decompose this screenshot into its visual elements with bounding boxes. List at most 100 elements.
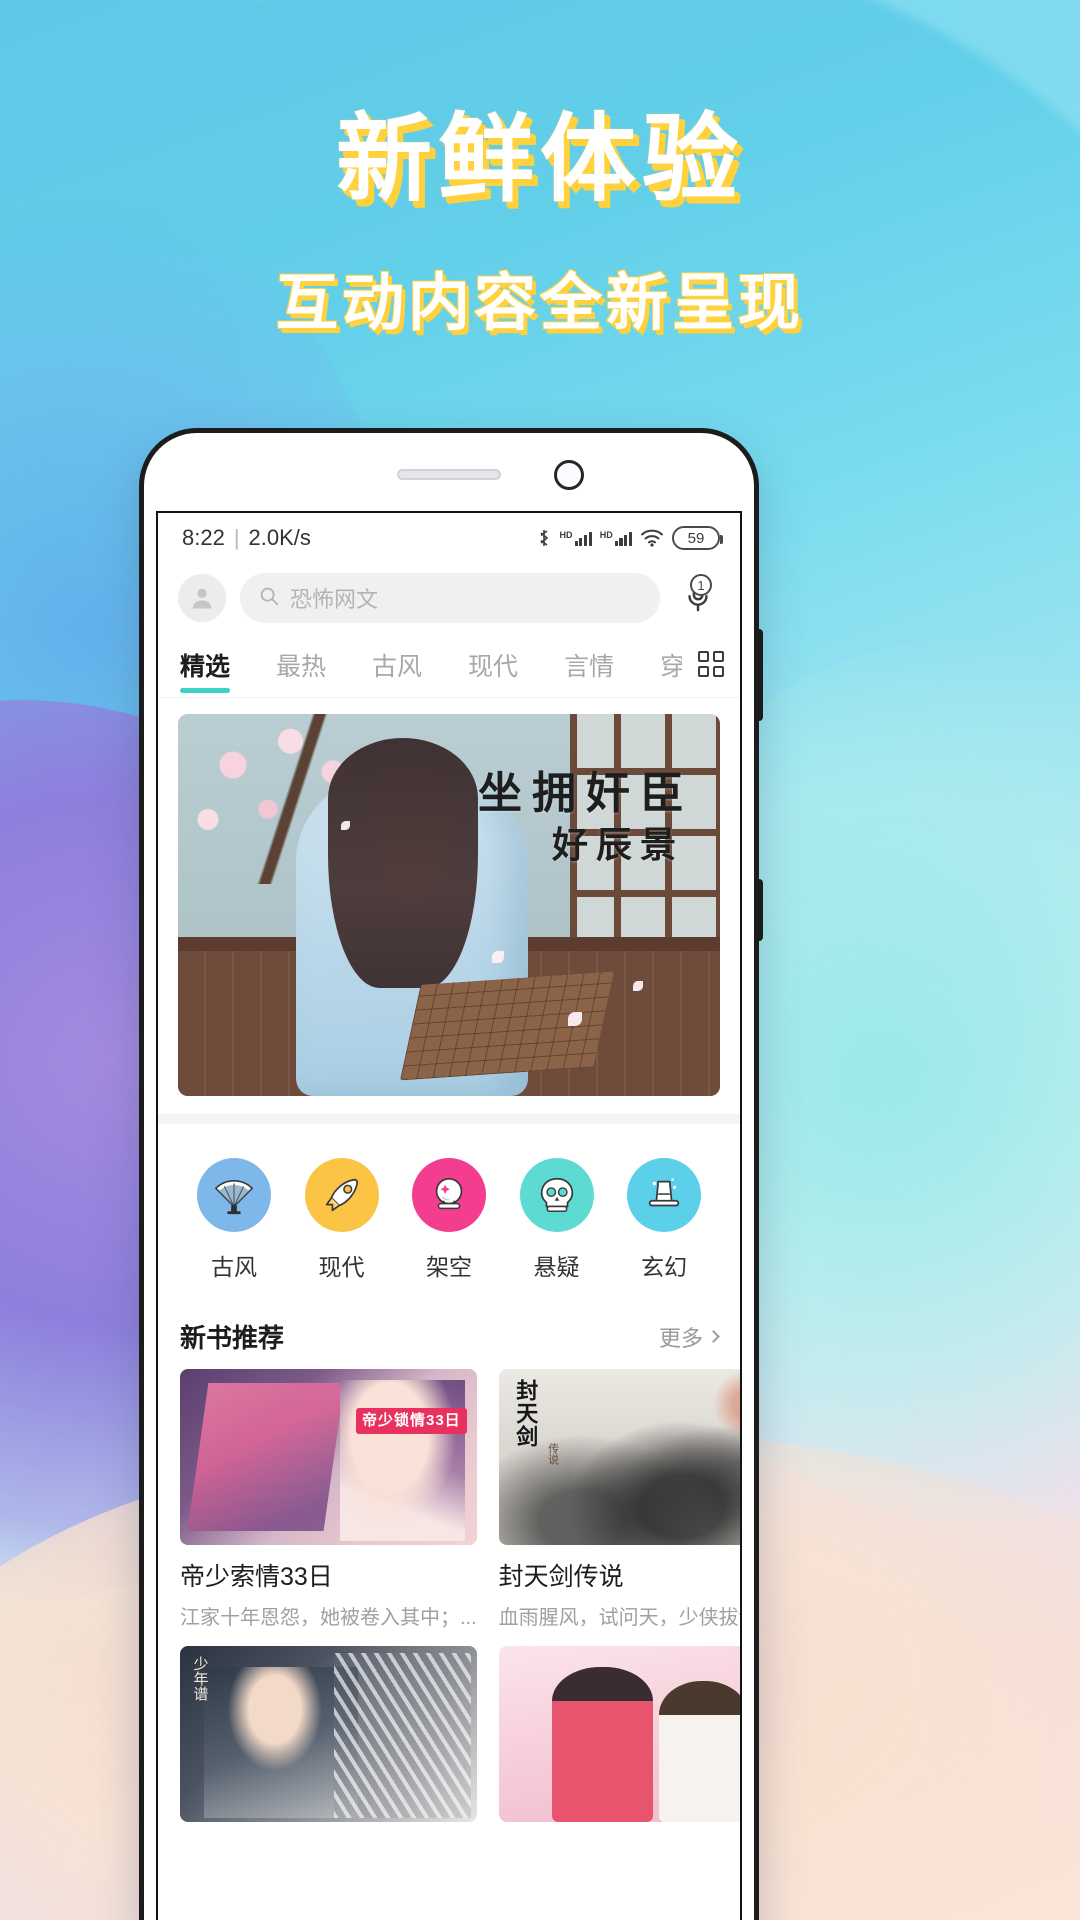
rocket-icon bbox=[325, 1178, 358, 1212]
category-label: 悬疑 bbox=[533, 1254, 580, 1280]
signal-hd-label-2: HD bbox=[599, 529, 613, 540]
book-cover-badge: 帝少锁情33日 bbox=[355, 1407, 467, 1435]
hero-banner-title: 坐拥奸臣 好辰景 bbox=[478, 770, 694, 864]
book-cover-badge: 少年谱 bbox=[191, 1656, 210, 1701]
grid-menu-button[interactable] bbox=[682, 651, 740, 689]
status-bar-left: 8:22 | 2.0K/s bbox=[182, 525, 311, 551]
magic-hat-icon bbox=[648, 1178, 680, 1207]
tab-label: 言情 bbox=[564, 653, 615, 681]
new-books-header: 新书推荐 更多 bbox=[158, 1312, 740, 1369]
crystal-ball-icon bbox=[435, 1177, 463, 1210]
more-link[interactable]: 更多 bbox=[658, 1321, 720, 1353]
tab-jingxuan[interactable]: 精选 bbox=[180, 643, 254, 697]
tab-zuire[interactable]: 最热 bbox=[276, 643, 350, 697]
book-description: 血雨腥风，试问天，少侠拔剑，... bbox=[498, 1607, 740, 1629]
battery-indicator: 59 bbox=[672, 526, 723, 550]
hero-petal bbox=[340, 820, 350, 830]
category-tab-bar: 精选 最热 古风 现代 言情 穿越 bbox=[158, 639, 740, 698]
tab-gufeng[interactable]: 古风 bbox=[372, 643, 446, 697]
wifi-icon bbox=[640, 529, 664, 547]
skull-icon bbox=[540, 1177, 573, 1213]
book-cover-image bbox=[498, 1646, 740, 1822]
book-cover-image: 封天剑 传说 bbox=[498, 1369, 740, 1545]
tab-label: 最热 bbox=[276, 653, 327, 681]
book-card[interactable]: 少年谱 bbox=[180, 1646, 477, 1822]
folding-fan-icon-bg bbox=[197, 1158, 271, 1232]
promo-subheadline: 互动内容全新呈现 bbox=[275, 266, 804, 340]
tab-xiandai[interactable]: 现代 bbox=[468, 643, 542, 697]
status-bar-right: HD HD 59 bbox=[536, 526, 723, 550]
skull-icon-bg bbox=[519, 1158, 594, 1232]
hero-banner[interactable]: 坐拥奸臣 好辰景 bbox=[178, 714, 720, 1096]
microphone-button[interactable]: 1 bbox=[674, 574, 722, 622]
section-title: 新书推荐 bbox=[180, 1323, 285, 1353]
book-card[interactable]: 帝少锁情33日 帝少索情33日 江家十年恩怨，她被卷入其中；... bbox=[180, 1369, 477, 1630]
hero-character-hair bbox=[328, 738, 478, 988]
search-placeholder: 恐怖网文 bbox=[290, 587, 379, 612]
promo-text-block: 新鲜体验 互动内容全新呈现 bbox=[0, 104, 1080, 342]
signal-hd-label-1: HD bbox=[559, 529, 573, 540]
phone-earpiece bbox=[397, 469, 501, 480]
status-time: 8:22 bbox=[182, 525, 225, 550]
magic-hat-icon-bg bbox=[627, 1158, 701, 1232]
search-input[interactable]: 恐怖网文 bbox=[240, 573, 660, 623]
category-label: 古风 bbox=[211, 1254, 257, 1280]
tab-label: 现代 bbox=[468, 653, 519, 681]
book-card[interactable] bbox=[498, 1646, 740, 1822]
book-title: 封天剑传说 bbox=[498, 1563, 624, 1591]
phone-mockup: 8:22 | 2.0K/s HD HD 59 恐怖网文 1 精选 最热 古风 现… bbox=[139, 428, 763, 1920]
status-bar: 8:22 | 2.0K/s HD HD 59 bbox=[158, 513, 740, 563]
category-item-jiakong[interactable]: 架空 bbox=[405, 1158, 493, 1282]
bluetooth-icon bbox=[536, 528, 552, 548]
hero-go-board bbox=[399, 971, 615, 1081]
phone-volume-button bbox=[754, 629, 763, 721]
promo-headline: 新鲜体验 bbox=[336, 103, 744, 215]
tab-list[interactable]: 精选 最热 古风 现代 言情 穿越 bbox=[158, 643, 682, 697]
book-card[interactable]: 封天剑 传说 封天剑传说 血雨腥风，试问天，少侠拔剑，... bbox=[498, 1369, 740, 1630]
avatar[interactable] bbox=[178, 574, 226, 622]
phone-top-bezel bbox=[144, 433, 754, 511]
phone-front-camera bbox=[554, 460, 584, 490]
category-item-xuanyi[interactable]: 悬疑 bbox=[513, 1158, 601, 1282]
book-cover-image: 少年谱 bbox=[180, 1646, 477, 1822]
battery-percent: 59 bbox=[687, 529, 705, 547]
app-top-bar: 恐怖网文 1 bbox=[158, 563, 740, 639]
phone-screen: 8:22 | 2.0K/s HD HD 59 恐怖网文 1 精选 最热 古风 现… bbox=[156, 511, 742, 1920]
category-item-gufeng[interactable]: 古风 bbox=[190, 1158, 278, 1282]
search-icon bbox=[258, 585, 280, 612]
category-item-xiandai[interactable]: 现代 bbox=[298, 1158, 386, 1282]
tab-label: 古风 bbox=[372, 653, 423, 681]
new-books-grid: 帝少锁情33日 帝少索情33日 江家十年恩怨，她被卷入其中；... 封天剑 传说… bbox=[158, 1369, 740, 1838]
rocket-icon-bg bbox=[304, 1158, 379, 1232]
status-network-speed: 2.0K/s bbox=[248, 525, 311, 550]
mic-badge: 1 bbox=[690, 574, 712, 596]
book-cover-image: 帝少锁情33日 bbox=[180, 1369, 477, 1545]
category-item-xuanhuan[interactable]: 玄幻 bbox=[620, 1158, 708, 1282]
more-label: 更多 bbox=[658, 1325, 703, 1351]
tab-yanqing[interactable]: 言情 bbox=[564, 643, 638, 697]
book-title: 帝少索情33日 bbox=[180, 1563, 333, 1591]
crystal-ball-icon-bg bbox=[412, 1158, 486, 1232]
category-label: 现代 bbox=[318, 1254, 365, 1280]
status-separator: | bbox=[233, 525, 240, 550]
tab-label: 穿越 bbox=[660, 653, 682, 681]
folding-fan-icon bbox=[214, 1180, 254, 1215]
signal-icon-sim2: HD bbox=[599, 529, 632, 546]
hero-title-line2: 好辰景 bbox=[551, 823, 684, 866]
book-cover-title: 封天剑 bbox=[512, 1379, 539, 1448]
tab-label: 精选 bbox=[180, 653, 231, 681]
signal-icon-sim1: HD bbox=[559, 529, 592, 546]
book-cover-subtitle: 传说 bbox=[546, 1443, 560, 1465]
user-avatar-icon bbox=[192, 588, 212, 609]
phone-power-button bbox=[754, 879, 763, 941]
category-label: 玄幻 bbox=[641, 1254, 687, 1280]
grid-menu-icon bbox=[698, 651, 724, 677]
tab-chuanyue[interactable]: 穿越 bbox=[660, 643, 682, 697]
hero-banner-section: 坐拥奸臣 好辰景 bbox=[158, 698, 740, 1114]
category-label: 架空 bbox=[426, 1254, 472, 1280]
section-divider bbox=[158, 1114, 740, 1124]
book-description: 江家十年恩怨，她被卷入其中；... bbox=[180, 1607, 477, 1629]
category-shortcut-row: 古风 现代 架空 悬疑 玄幻 bbox=[158, 1124, 740, 1312]
hero-title-line1: 坐拥奸臣 bbox=[478, 768, 694, 819]
chevron-right-icon bbox=[707, 1330, 720, 1343]
